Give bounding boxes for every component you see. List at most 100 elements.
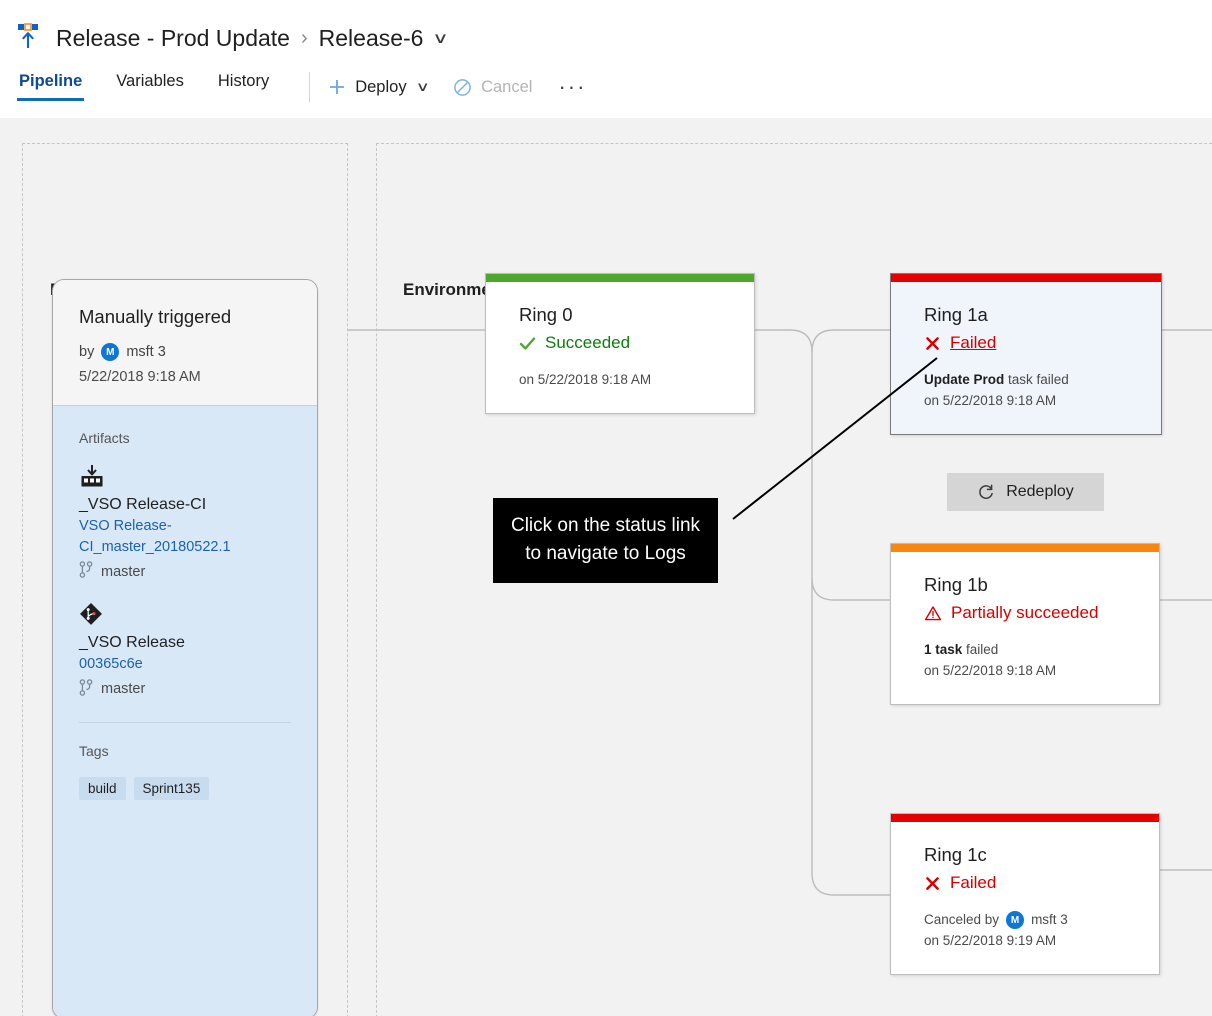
environment-meta: 1 task failed on 5/22/2018 9:18 AM xyxy=(924,640,1135,682)
breadcrumb-current-item[interactable]: Release-6 xyxy=(319,25,424,52)
environment-status-label: Failed xyxy=(950,873,997,892)
environment-status: Succeeded xyxy=(519,333,730,353)
environment-canceled-by: Canceled by M msft 3 xyxy=(924,910,1135,931)
tab-variables[interactable]: Variables xyxy=(116,72,184,101)
chevron-down-icon[interactable]: ∨ xyxy=(433,29,449,47)
command-bar: Pipeline Variables History Deploy ∨ Canc… xyxy=(0,72,1212,118)
environment-name: Ring 1a xyxy=(924,304,988,325)
environment-date: on 5/22/2018 9:18 AM xyxy=(519,372,652,387)
canceled-by-label: Canceled by xyxy=(924,912,1000,927)
artifact-item: _VSO Release-CI VSO Release-CI_master_20… xyxy=(79,464,291,582)
release-card-header: Manually triggered by M msft 3 5/22/2018… xyxy=(53,280,317,405)
environment-status-label: Succeeded xyxy=(545,333,631,352)
toolbar-actions: Deploy ∨ Cancel ··· xyxy=(328,72,586,102)
artifact-branch: master xyxy=(79,678,291,700)
deploy-chevron-down-icon[interactable]: ∨ xyxy=(415,79,429,95)
release-created-date: 5/22/2018 9:18 AM xyxy=(79,369,201,385)
divider xyxy=(79,721,291,723)
breadcrumb-root-link[interactable]: Release - Prod Update xyxy=(56,25,290,52)
artifact-version-link[interactable]: VSO Release-CI_master_20180522.1 xyxy=(79,516,291,557)
environment-name: Ring 1c xyxy=(924,844,987,865)
tab-pipeline[interactable]: Pipeline xyxy=(16,72,85,101)
environment-status[interactable]: Failed xyxy=(924,333,1137,353)
avatar: M xyxy=(1006,911,1025,930)
cancel-circle-slash-icon xyxy=(453,78,472,97)
artifact-item: _VSO Release 00365c6e master xyxy=(79,602,291,700)
avatar: M xyxy=(101,343,120,361)
branch-icon xyxy=(79,561,101,582)
deploy-button[interactable]: Deploy ∨ xyxy=(328,77,429,97)
environment-card-ring-1a[interactable]: Ring 1a Failed Update Prod task failed o… xyxy=(890,273,1162,435)
branch-icon xyxy=(79,678,101,700)
release-pipeline-icon xyxy=(14,22,42,54)
breadcrumb-separator-icon: › xyxy=(300,26,308,49)
tab-history[interactable]: History xyxy=(218,72,269,101)
environment-status: Partially succeeded xyxy=(924,603,1135,623)
status-bar xyxy=(891,274,1161,282)
more-commands-icon[interactable]: ··· xyxy=(558,76,586,98)
release-requested-by: by M msft 3 xyxy=(79,343,291,361)
artifact-name: _VSO Release xyxy=(79,634,185,652)
environment-status-link[interactable]: Failed xyxy=(950,333,996,353)
x-icon xyxy=(924,335,941,352)
environment-name: Ring 1b xyxy=(924,574,988,595)
toolbar-divider xyxy=(309,72,311,102)
release-user-name: msft 3 xyxy=(126,344,166,360)
tab-pipeline-label: Pipeline xyxy=(19,72,83,90)
redeploy-label: Redeploy xyxy=(1006,483,1074,500)
environment-meta: Canceled by M msft 3 on 5/22/2018 9:19 A… xyxy=(924,910,1135,952)
annotation-callout: Click on the status link to navigate to … xyxy=(493,498,718,584)
status-bar xyxy=(891,814,1159,822)
by-label: by xyxy=(79,344,95,360)
environment-detail-rest: task failed xyxy=(1004,372,1069,387)
breadcrumb: Release - Prod Update › Release-6 ∨ xyxy=(14,18,449,58)
refresh-icon xyxy=(977,483,995,501)
environment-card-ring-1c[interactable]: Ring 1c Failed Canceled by M msft 3 on 5… xyxy=(890,813,1160,975)
page-header: Release - Prod Update › Release-6 ∨ Pipe… xyxy=(0,0,1212,118)
warning-triangle-icon xyxy=(924,605,942,622)
tag-chip[interactable]: Sprint135 xyxy=(133,776,210,800)
artifact-branch: master xyxy=(79,561,291,582)
release-card-body: Artifacts _VSO Release-CI VSO Release-CI… xyxy=(53,405,317,1016)
environment-detail-task: 1 task xyxy=(924,642,963,657)
environment-name: Ring 0 xyxy=(519,304,573,325)
check-icon xyxy=(519,335,536,352)
environment-date: on 5/22/2018 9:18 AM xyxy=(924,662,1057,678)
canceled-by-user: msft 3 xyxy=(1031,912,1068,927)
environment-detail-rest: failed xyxy=(962,642,999,657)
branch-name: master xyxy=(101,563,146,580)
status-bar xyxy=(891,544,1159,552)
branch-name: master xyxy=(101,681,146,698)
tab-variables-label: Variables xyxy=(116,72,184,90)
release-summary-card[interactable]: Manually triggered by M msft 3 5/22/2018… xyxy=(52,279,318,1016)
plus-icon xyxy=(328,78,346,96)
artifact-name: _VSO Release-CI xyxy=(79,496,207,513)
annotation-callout-text: Click on the status link to navigate to … xyxy=(510,515,701,564)
environment-status: Failed xyxy=(924,873,1135,893)
environment-date: on 5/22/2018 9:19 AM xyxy=(924,932,1057,948)
environment-detail: 1 task failed xyxy=(924,640,1135,661)
tab-list: Pipeline Variables History xyxy=(16,72,303,101)
status-bar xyxy=(486,274,754,282)
environment-card-ring-0[interactable]: Ring 0 Succeeded on 5/22/2018 9:18 AM xyxy=(485,273,755,414)
artifacts-label: Artifacts xyxy=(79,430,130,446)
redeploy-button[interactable]: Redeploy xyxy=(947,473,1104,511)
cancel-label: Cancel xyxy=(481,77,533,96)
cancel-button[interactable]: Cancel xyxy=(453,78,532,97)
git-repo-icon xyxy=(79,602,291,628)
environment-date: on 5/22/2018 9:18 AM xyxy=(924,392,1057,408)
artifact-version-link[interactable]: 00365c6e xyxy=(79,654,291,675)
deploy-label: Deploy xyxy=(355,77,407,96)
environment-meta: on 5/22/2018 9:18 AM xyxy=(519,370,730,391)
environment-status-label: Partially succeeded xyxy=(951,603,1099,622)
environment-detail-task: Update Prod xyxy=(924,372,1005,387)
tab-history-label: History xyxy=(217,72,270,90)
tags-label: Tags xyxy=(79,742,109,759)
tag-chip[interactable]: build xyxy=(79,776,126,800)
build-artifact-icon xyxy=(79,464,291,490)
x-icon xyxy=(924,875,941,892)
tag-list: build Sprint135 xyxy=(79,776,291,800)
environment-card-ring-1b[interactable]: Ring 1b Partially succeeded 1 task faile… xyxy=(890,543,1160,705)
release-trigger-label: Manually triggered xyxy=(79,306,232,327)
environment-detail: Update Prod task failed xyxy=(924,370,1137,391)
